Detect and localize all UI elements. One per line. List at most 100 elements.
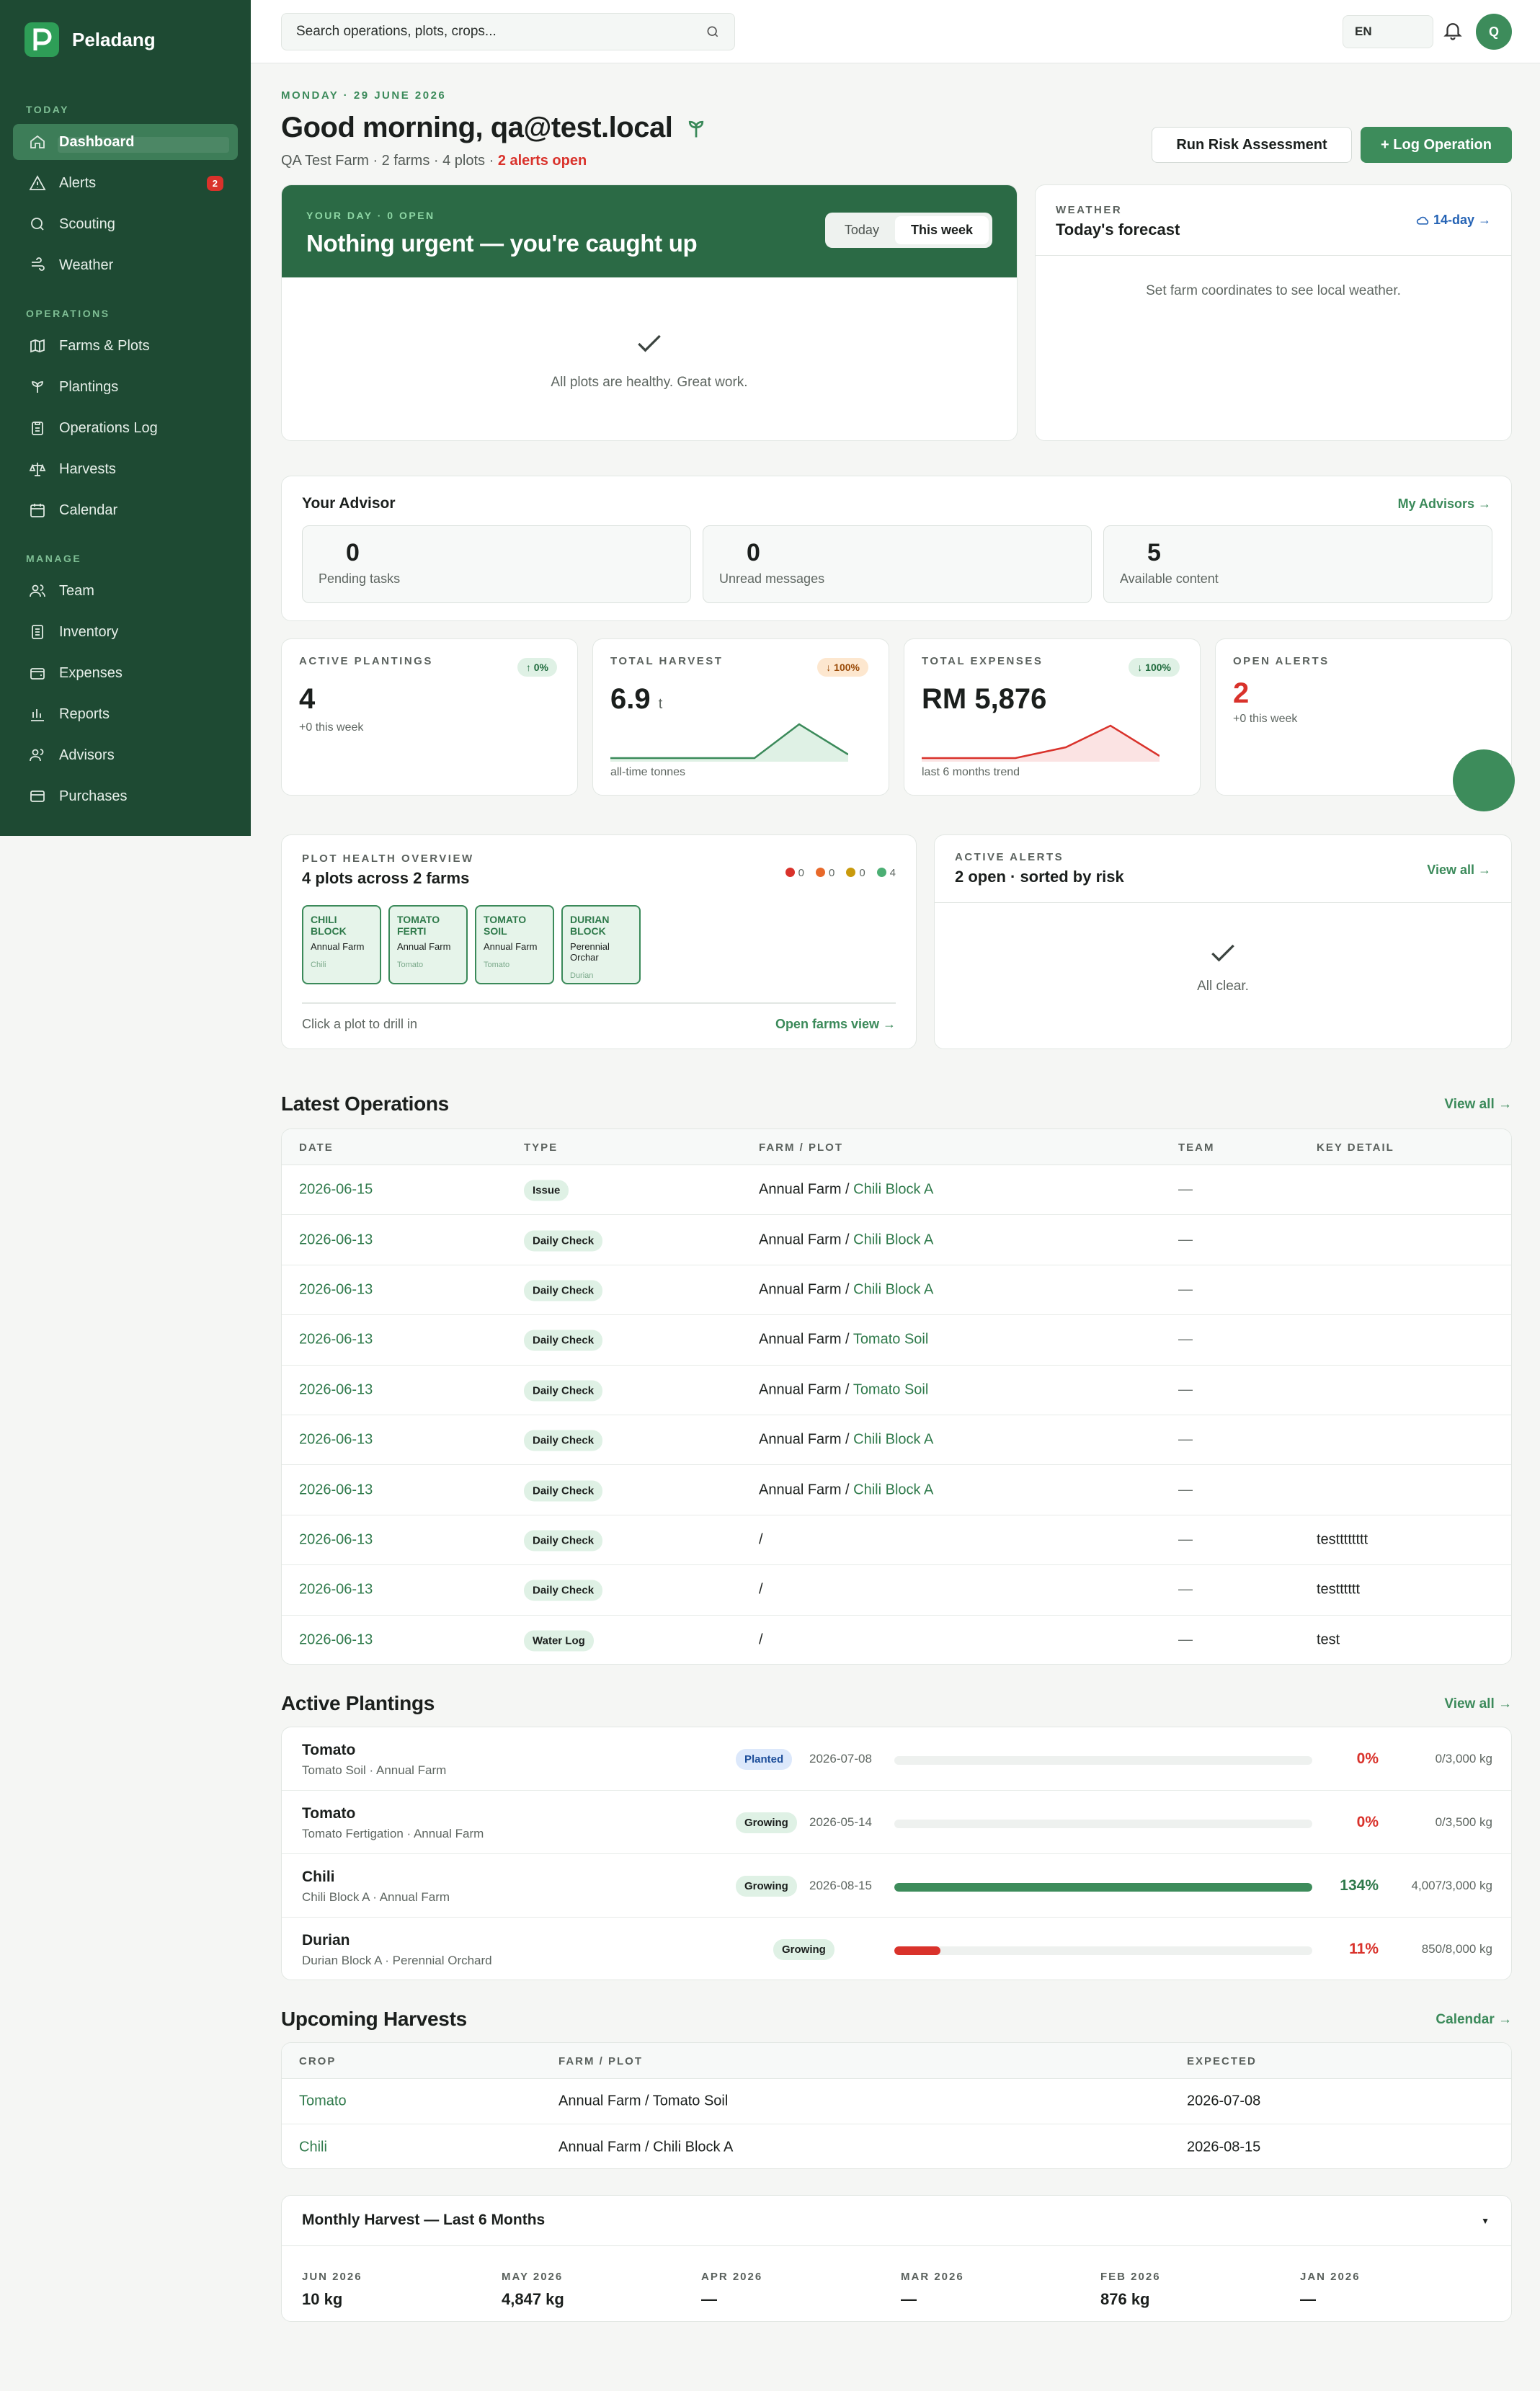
plantings-list: Tomato Tomato Soil · Annual Farm Planted 20…	[281, 1727, 1512, 1980]
brand[interactable]: Peladang	[0, 0, 251, 79]
plantings-view-all-link[interactable]: View all →	[1444, 1696, 1512, 1712]
farm-plot-cell: Annual Farm / Chili Block A	[759, 1431, 934, 1448]
sidebar-item-harvests[interactable]: Harvests	[13, 451, 238, 487]
stat-label: Pending tasks	[319, 571, 401, 586]
table-row[interactable]: 2026-06-13 Daily Check Annual Farm / Tomat…	[282, 1366, 1511, 1415]
sidebar-item-advisors[interactable]: Advisors	[13, 737, 238, 773]
sidebar-item-inventory[interactable]: Inventory	[13, 614, 238, 650]
plot-link[interactable]: Chili Block A	[853, 1232, 933, 1247]
team-cell: —	[1178, 1381, 1193, 1398]
harvest-crop-link[interactable]: Tomato	[299, 2093, 347, 2110]
floating-action-button[interactable]	[1453, 749, 1515, 811]
plot-link[interactable]: Tomato Soil	[853, 1332, 929, 1348]
team-cell: —	[1178, 1181, 1193, 1198]
table-row[interactable]: Tomato Annual Farm / Tomato Soil 2026-07-0…	[282, 2079, 1511, 2124]
sidebar-item-plantings[interactable]: Plantings	[13, 369, 238, 405]
search-icon	[707, 26, 718, 37]
monthly-harvest-header[interactable]: Monthly Harvest — Last 6 Months ▼	[282, 2196, 1511, 2246]
table-row[interactable]: 2026-06-15 Issue Annual Farm / Chili Block…	[282, 1165, 1511, 1216]
kpi-active-plantings[interactable]: ACTIVE PLANTINGS ↑ 0% 4 +0 this week	[281, 638, 578, 796]
kpi-trend-badge: ↑ 0%	[517, 658, 557, 677]
users-icon	[29, 582, 46, 600]
open-farms-link[interactable]: Open farms view →	[775, 1017, 896, 1032]
operation-date-link[interactable]: 2026-06-13	[299, 1531, 373, 1548]
operation-date-link[interactable]: 2026-06-13	[299, 1232, 373, 1248]
table-row[interactable]: 2026-06-13 Daily Check / — testttttt	[282, 1565, 1511, 1616]
sidebar-item-expenses[interactable]: Expenses	[13, 655, 238, 691]
sidebar-item-dashboard[interactable]: Dashboard	[13, 124, 238, 160]
plot-tile[interactable]: CHILI BLOCK Annual Farm Chili	[302, 905, 381, 984]
planting-row[interactable]: Tomato Tomato Soil · Annual Farm Planted 20…	[282, 1727, 1511, 1791]
my-advisors-link[interactable]: My Advisors →	[1398, 497, 1491, 512]
plot-tile[interactable]: TOMATO FERTI Annual Farm Tomato	[388, 905, 468, 984]
table-row[interactable]: 2026-06-13 Daily Check Annual Farm / Tomat…	[282, 1315, 1511, 1366]
kpi-total-expenses[interactable]: TOTAL EXPENSES ↓ 100% RM 5,876 last 6 mo…	[904, 638, 1201, 796]
plot-link[interactable]: Chili Block A	[853, 1281, 933, 1297]
legend-count: 0	[828, 867, 835, 879]
harvest-plot: Annual Farm / Chili Block A	[558, 2139, 734, 2155]
search-box[interactable]	[281, 13, 735, 50]
operation-date-link[interactable]: 2026-06-13	[299, 1281, 373, 1298]
planting-row[interactable]: Chili Chili Block A · Annual Farm Growing 2…	[282, 1854, 1511, 1918]
table-row[interactable]: 2026-06-13 Daily Check Annual Farm / Chili…	[282, 1415, 1511, 1466]
operations-title: Latest Operations	[281, 1092, 449, 1115]
plantings-title: Active Plantings	[281, 1692, 435, 1714]
harvest-crop-link[interactable]: Chili	[299, 2139, 327, 2155]
bell-icon[interactable]	[1442, 19, 1464, 41]
sidebar-item-operations-log[interactable]: Operations Log	[13, 410, 238, 446]
plot-tile[interactable]: TOMATO SOIL Annual Farm Tomato	[475, 905, 554, 984]
advisor-stat-content[interactable]: 5 Available content	[1103, 525, 1492, 603]
toggle-today[interactable]: Today	[829, 216, 895, 244]
planting-row[interactable]: Durian Durian Block A · Perennial Orchard…	[282, 1918, 1511, 1980]
table-row[interactable]: 2026-06-13 Water Log / — test	[282, 1616, 1511, 1664]
plot-tile[interactable]: DURIAN BLOCK Perennial Orchar Durian	[561, 905, 641, 984]
operation-date-link[interactable]: 2026-06-13	[299, 1632, 373, 1649]
operation-date-link[interactable]: 2026-06-13	[299, 1582, 373, 1598]
operation-date-link[interactable]: 2026-06-13	[299, 1482, 373, 1498]
sidebar-item-team[interactable]: Team	[13, 573, 238, 609]
plot-link[interactable]: Chili Block A	[853, 1482, 933, 1497]
operation-date-link[interactable]: 2026-06-13	[299, 1332, 373, 1348]
table-row[interactable]: 2026-06-13 Daily Check Annual Farm / Chili…	[282, 1265, 1511, 1316]
alerts-open-link[interactable]: 2 alerts open	[498, 153, 587, 169]
caret-down-icon[interactable]: ▼	[1481, 2216, 1490, 2226]
active-alerts-eyebrow: ACTIVE ALERTS	[955, 851, 1064, 863]
operation-date-link[interactable]: 2026-06-13	[299, 1381, 373, 1398]
planting-row[interactable]: Tomato Tomato Fertigation · Annual Farm Gr…	[282, 1791, 1511, 1854]
sidebar-item-calendar[interactable]: Calendar	[13, 492, 238, 528]
month-label: JUN 2026	[302, 2271, 362, 2283]
month-value: —	[701, 2290, 717, 2308]
table-row[interactable]: 2026-06-13 Daily Check Annual Farm / Chili…	[282, 1465, 1511, 1515]
log-operation-button[interactable]: + Log Operation	[1361, 127, 1512, 163]
plot-link[interactable]: Chili Block A	[853, 1432, 933, 1448]
harvest-expected-date: 2026-07-08	[1187, 2093, 1261, 2109]
table-row[interactable]: 2026-06-13 Daily Check Annual Farm / Chili…	[282, 1215, 1511, 1265]
planting-location: Tomato Fertigation · Annual Farm	[302, 1827, 484, 1840]
view-all-alerts-link[interactable]: View all →	[1427, 863, 1491, 878]
forecast-link[interactable]: 14-day →	[1416, 213, 1491, 228]
sidebar-item-reports[interactable]: Reports	[13, 696, 238, 732]
sidebar-item-purchases[interactable]: Purchases	[13, 778, 238, 814]
operation-date-link[interactable]: 2026-06-13	[299, 1432, 373, 1448]
run-risk-assessment-button[interactable]: Run Risk Assessment	[1152, 127, 1352, 163]
avatar[interactable]: Q	[1476, 14, 1512, 50]
sidebar-item-alerts[interactable]: Alerts 2	[13, 165, 238, 201]
search-input[interactable]	[296, 24, 706, 40]
toggle-this-week[interactable]: This week	[894, 216, 989, 244]
table-row[interactable]: 2026-06-13 Daily Check / — testttttttt	[282, 1515, 1511, 1566]
calendar-link[interactable]: Calendar →	[1436, 2012, 1512, 2028]
monthly-harvest-card: Monthly Harvest — Last 6 Months ▼ JUN 202…	[281, 2195, 1512, 2322]
sidebar-item-scouting[interactable]: Scouting	[13, 206, 238, 242]
operation-date-link[interactable]: 2026-06-15	[299, 1182, 373, 1198]
plot-farm: Annual Farm	[484, 941, 538, 953]
operations-view-all-link[interactable]: View all →	[1444, 1097, 1512, 1113]
kpi-total-harvest[interactable]: TOTAL HARVEST ↓ 100% 6.9 t all-time tonn…	[592, 638, 889, 796]
advisor-stat-unread[interactable]: 0 Unread messages	[703, 525, 1092, 603]
advisor-stat-pending[interactable]: 0 Pending tasks	[302, 525, 691, 603]
plot-link[interactable]: Chili Block A	[853, 1182, 933, 1198]
sidebar-item-farms-plots[interactable]: Farms & Plots	[13, 328, 238, 364]
language-select[interactable]: EN	[1343, 15, 1433, 48]
sidebar-item-weather[interactable]: Weather	[13, 247, 238, 283]
plot-link[interactable]: Tomato Soil	[853, 1381, 929, 1397]
table-row[interactable]: Chili Annual Farm / Chili Block A 2026-08-…	[282, 2124, 1511, 2168]
